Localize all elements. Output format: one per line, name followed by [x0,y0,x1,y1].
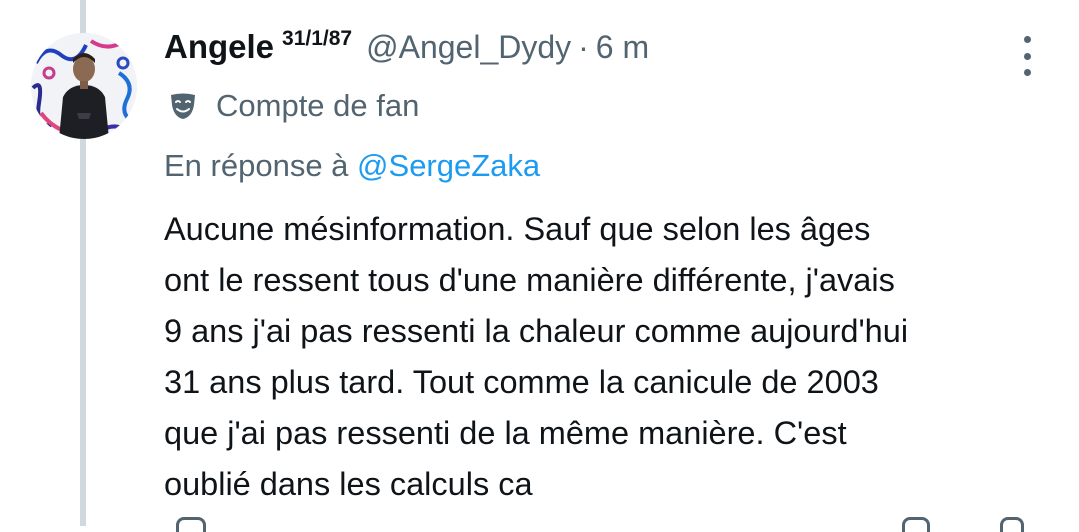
avatar[interactable] [31,33,137,139]
account-label[interactable]: Compte de fan [164,82,1044,130]
tweet-timestamp[interactable]: 6 m [596,29,649,66]
tweet-text-line: oublié dans les calculs ca [164,466,533,502]
reply-context: En réponse à @SergeZaka [164,148,1044,194]
author-handle[interactable]: @Angel_Dydy [366,29,571,66]
tweet-content: Angele 31/1/87 @Angel_Dydy · 6 m Compte … [164,27,1044,510]
header-separator: · [578,29,589,65]
theater-mask-icon [168,91,198,121]
reply-to-handle-link[interactable]: @SergeZaka [357,148,540,183]
author-name-superscript[interactable]: 31/1/87 [282,27,352,51]
account-label-text: Compte de fan [216,88,420,123]
more-options-icon[interactable] [1013,36,1041,76]
tweet-text-line: ont le ressent tous d'une manière différ… [164,262,895,298]
author-display-name[interactable]: Angele [164,28,274,66]
reply-prefix: En réponse à [164,148,349,183]
tweet-header: Angele 31/1/87 @Angel_Dydy · 6 m [164,27,1044,80]
avatar-image [31,33,137,139]
tweet-text: Aucune mésinformation. Sauf que selon le… [164,204,1044,510]
tweet-text-line: que j'ai pas ressenti de la même manière… [164,415,847,451]
tweet-text-line: Aucune mésinformation. Sauf que selon le… [164,211,871,247]
share-action-icon[interactable] [902,517,930,532]
tweet-text-line: 31 ans plus tard. Tout comme la canicule… [164,364,879,400]
tweet-text-line: 9 ans j'ai pas ressenti la chaleur comme… [164,313,909,349]
reply-action-icon[interactable] [176,517,206,532]
bookmark-action-icon[interactable] [1000,517,1024,532]
